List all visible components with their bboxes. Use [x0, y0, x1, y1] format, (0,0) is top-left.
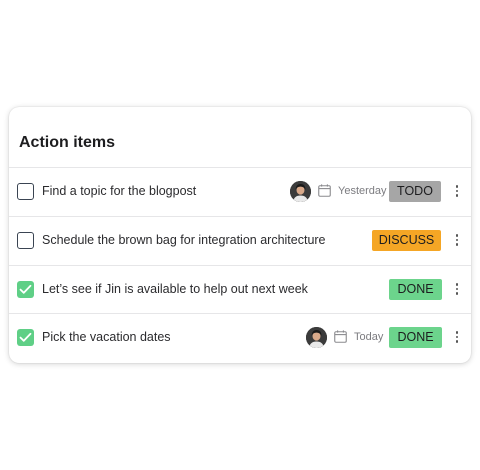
status-badge[interactable]: TODO — [389, 181, 441, 202]
status-badge[interactable]: DONE — [389, 327, 442, 348]
task-checkbox[interactable] — [17, 281, 34, 298]
assignee-avatar — [290, 181, 311, 202]
more-options-icon[interactable] — [453, 234, 461, 248]
more-options-icon[interactable] — [453, 283, 461, 297]
task-label: Find a topic for the blogpost — [42, 184, 197, 198]
task-label: Pick the vacation dates — [42, 330, 171, 344]
task-checkbox[interactable] — [17, 232, 34, 249]
due-date: Today — [354, 331, 384, 343]
task-label: Schedule the brown bag for integration a… — [42, 233, 326, 247]
calendar-icon — [318, 184, 331, 197]
status-badge[interactable]: DISCUSS — [372, 230, 441, 251]
task-checkbox[interactable] — [17, 183, 34, 200]
more-options-icon[interactable] — [453, 185, 461, 199]
task-row: Find a topic for the blogpost Yesterday … — [9, 167, 471, 215]
task-checkbox[interactable] — [17, 329, 34, 346]
status-badge[interactable]: DONE — [389, 279, 442, 300]
checkmark-icon — [19, 284, 32, 294]
calendar-icon — [334, 330, 347, 343]
task-label: Let’s see if Jin is available to help ou… — [42, 282, 308, 296]
due-date: Yesterday — [338, 185, 387, 197]
card-title: Action items — [19, 134, 116, 151]
task-row: Pick the vacation dates Today DONE — [9, 313, 471, 361]
assignee-avatar — [306, 327, 327, 348]
action-items-card: Action items Find a topic for the blogpo… — [9, 107, 471, 363]
task-row: Let’s see if Jin is available to help ou… — [9, 265, 471, 313]
more-options-icon[interactable] — [453, 331, 461, 345]
checkmark-icon — [19, 332, 32, 342]
task-row: Schedule the brown bag for integration a… — [9, 216, 471, 264]
